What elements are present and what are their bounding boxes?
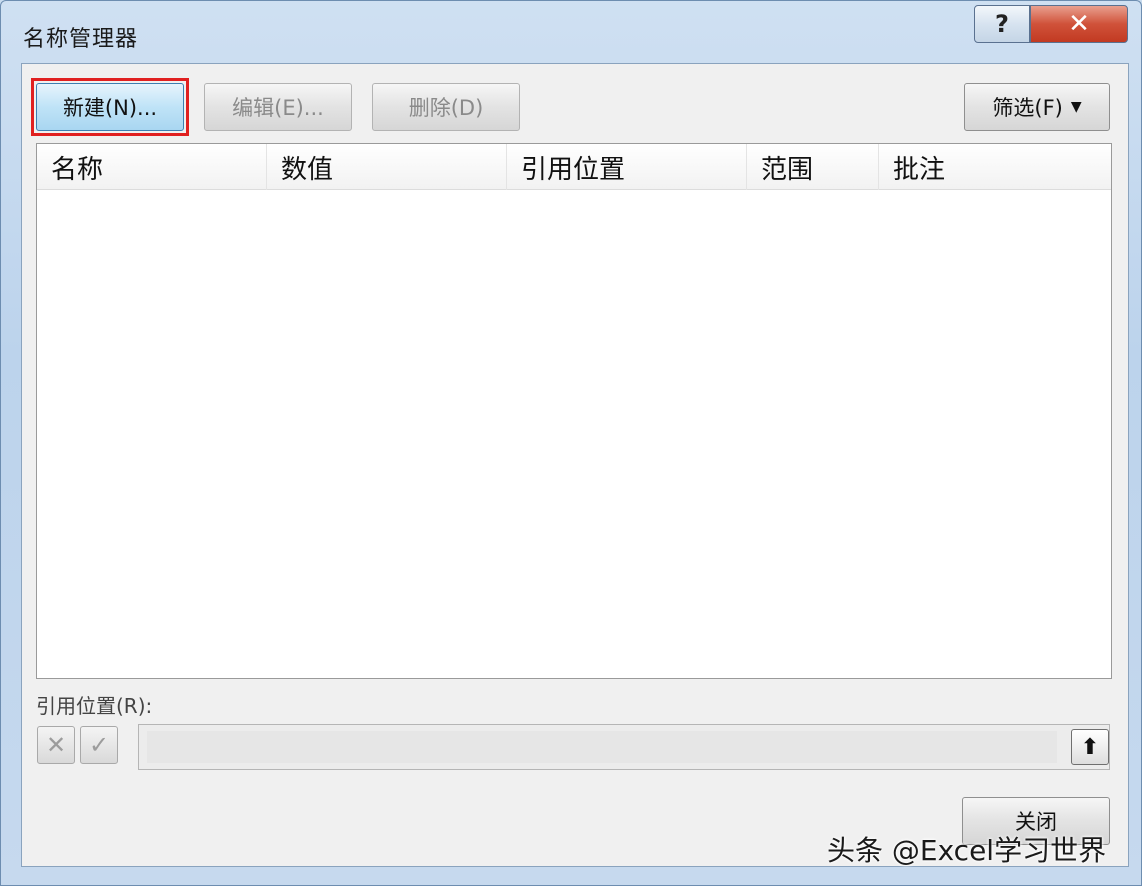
confirm-edit-button[interactable]: ✓ [80, 726, 118, 764]
window-close-button[interactable]: ✕ [1030, 5, 1128, 43]
refers-to-input[interactable] [147, 731, 1057, 763]
list-header: 名称 数值 引用位置 范围 批注 [37, 144, 1111, 190]
upload-arrow-icon: ⬆ [1080, 734, 1100, 760]
edit-button[interactable]: 编辑(E)... [204, 83, 352, 131]
help-button[interactable]: ? [974, 5, 1030, 43]
refers-to-label: 引用位置(R): [36, 694, 153, 718]
name-manager-window: 名称管理器 ? ✕ 新建(N)... 编辑(E)... 删除(D) 筛选(F) … [0, 0, 1142, 886]
checkmark-icon: ✓ [88, 731, 110, 759]
window-title: 名称管理器 [23, 27, 139, 52]
new-button[interactable]: 新建(N)... [36, 83, 184, 131]
column-header-scope[interactable]: 范围 [747, 144, 879, 190]
filter-button[interactable]: 筛选(F) ▼ [964, 83, 1110, 131]
column-header-name[interactable]: 名称 [37, 144, 267, 190]
collapse-dialog-button[interactable]: ⬆ [1071, 729, 1109, 765]
dialog-body: 新建(N)... 编辑(E)... 删除(D) 筛选(F) ▼ 名称 数值 引用… [21, 63, 1129, 867]
filter-label: 筛选(F) [992, 96, 1063, 120]
dropdown-arrow-icon: ▼ [1070, 99, 1082, 115]
cancel-icon: ✕ [45, 731, 67, 759]
help-icon: ? [995, 10, 1009, 38]
refers-to-field-frame: ⬆ [138, 724, 1110, 770]
delete-button[interactable]: 删除(D) [372, 83, 520, 131]
column-header-value[interactable]: 数值 [267, 144, 507, 190]
close-icon: ✕ [1068, 9, 1090, 39]
names-list[interactable]: 名称 数值 引用位置 范围 批注 [36, 143, 1112, 679]
column-header-comment[interactable]: 批注 [879, 144, 1111, 190]
title-bar[interactable]: 名称管理器 ? ✕ [1, 1, 1142, 63]
watermark: 头条 @Excel学习世界 [827, 834, 1107, 867]
column-header-refers-to[interactable]: 引用位置 [507, 144, 747, 190]
cancel-edit-button[interactable]: ✕ [37, 726, 75, 764]
